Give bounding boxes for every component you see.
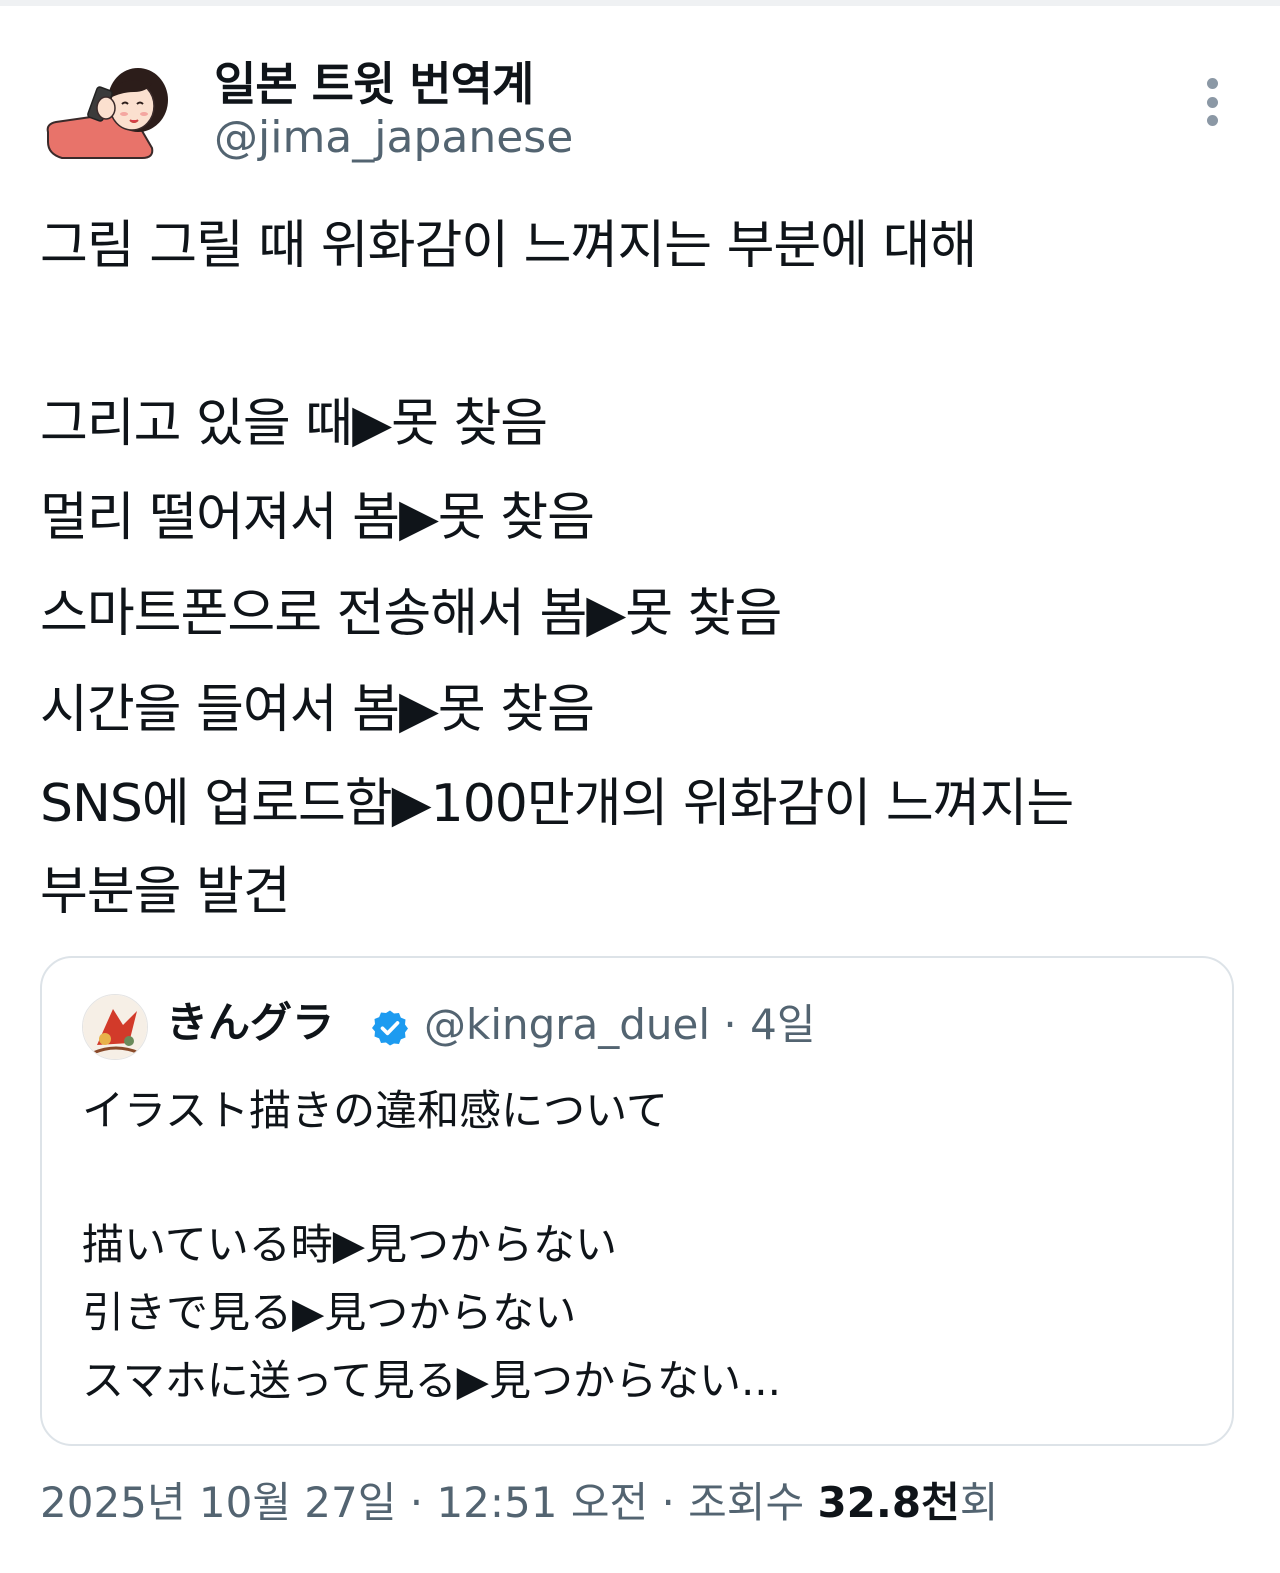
more-vertical-icon bbox=[1206, 78, 1218, 89]
quote-text-line: 描いている時▶見つからない bbox=[82, 1220, 618, 1269]
quote-author-name[interactable]: きんグラ bbox=[166, 1002, 334, 1044]
verified-badge-icon bbox=[372, 1010, 408, 1046]
views-count: 32.8천 bbox=[817, 1478, 960, 1527]
quote-text-line: スマホに送って見る▶見つからない... bbox=[82, 1356, 781, 1405]
author-handle[interactable]: @jima_japanese bbox=[214, 112, 573, 163]
more-options-button[interactable] bbox=[1192, 72, 1232, 132]
tweet-timestamp[interactable]: 2025년 10월 27일 · 12:51 오전 · 조회수 bbox=[40, 1478, 817, 1527]
views-suffix: 회 bbox=[959, 1478, 999, 1527]
quote-text-line: イラスト描きの違和感について bbox=[82, 1086, 668, 1135]
dragon-card-avatar-icon bbox=[83, 995, 147, 1059]
top-divider bbox=[0, 0, 1280, 6]
quote-text-line: 引きで見る▶見つからない bbox=[82, 1288, 577, 1337]
tweet-text-line: 시간을 들여서 봄▶못 찾음 bbox=[40, 680, 595, 740]
author-display-name[interactable]: 일본 트윗 번역계 bbox=[214, 48, 534, 114]
tweet-text-line: 그림 그릴 때 위화감이 느껴지는 부분에 대해 bbox=[40, 216, 977, 276]
tweet-text-line: 멀리 떨어져서 봄▶못 찾음 bbox=[40, 488, 595, 548]
tweet-text-line: SNS에 업로드함▶100만개의 위화감이 느껴지는 bbox=[40, 774, 1074, 834]
quote-handle-time: @kingra_duel · 4일 bbox=[424, 1000, 816, 1049]
tweet-text-line: 스마트폰으로 전송해서 봄▶못 찾음 bbox=[40, 584, 782, 644]
girl-on-phone-avatar-icon bbox=[46, 68, 168, 159]
tweet-text-line: 부분을 발견 bbox=[40, 862, 291, 922]
quote-author-avatar[interactable] bbox=[82, 994, 148, 1060]
tweet-meta: 2025년 10월 27일 · 12:51 오전 · 조회수 32.8천회 bbox=[40, 1482, 998, 1524]
tweet-text-line: 그리고 있을 때▶못 찾음 bbox=[40, 394, 548, 454]
author-avatar[interactable] bbox=[42, 62, 172, 172]
quoted-tweet-card[interactable]: きんグラ @kingra_duel · 4일 イラスト描きの違和感について 描い… bbox=[40, 956, 1234, 1446]
